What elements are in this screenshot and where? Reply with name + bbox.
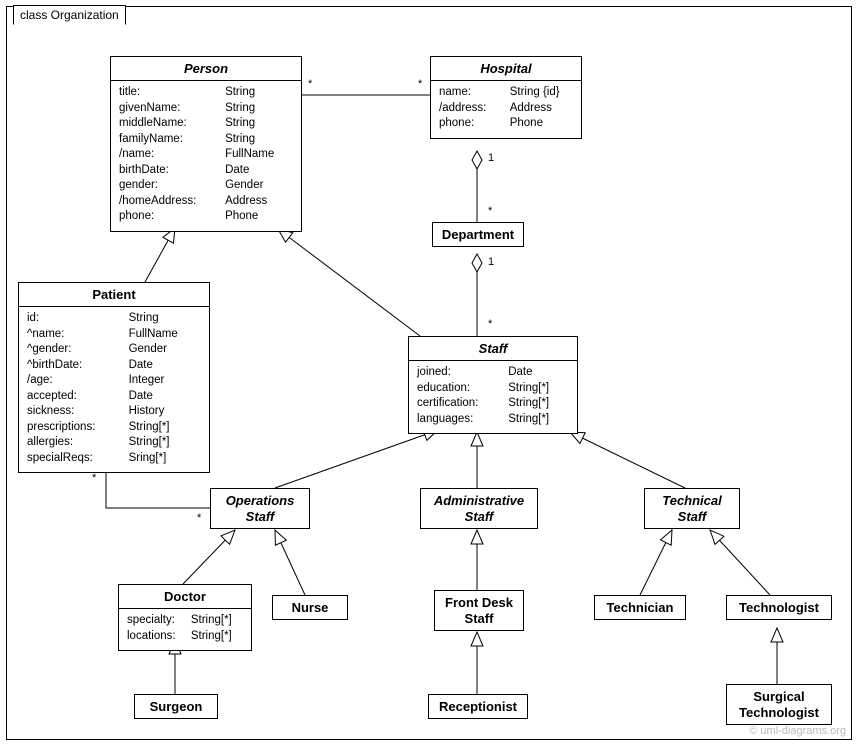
- class-receptionist-name: Receptionist: [429, 695, 527, 718]
- class-administrative-staff: AdministrativeStaff: [420, 488, 538, 529]
- class-nurse: Nurse: [272, 595, 348, 620]
- class-department: Department: [432, 222, 524, 247]
- mult-patient-ops-bottom: *: [197, 512, 201, 524]
- class-front-desk-staff: Front DeskStaff: [434, 590, 524, 631]
- mult-dept-staff-1: 1: [488, 256, 494, 268]
- diagram-frame-title: class Organization: [13, 5, 126, 25]
- watermark: © uml-diagrams.org: [749, 725, 846, 737]
- mult-dept-staff-star: *: [488, 318, 492, 330]
- class-front-desk-staff-name: Front DeskStaff: [435, 591, 523, 630]
- uml-class-diagram: class Organization: [0, 0, 860, 747]
- class-staff: Staff joined:Date education:String[*] ce…: [408, 336, 578, 434]
- class-patient: Patient id:String ^name:FullName ^gender…: [18, 282, 210, 473]
- class-department-name: Department: [433, 223, 523, 246]
- class-doctor-name: Doctor: [119, 585, 251, 608]
- class-technician: Technician: [594, 595, 686, 620]
- class-surgical-technologist-name: SurgicalTechnologist: [727, 685, 831, 724]
- class-operations-staff-name: OperationsStaff: [211, 489, 309, 528]
- class-operations-staff: OperationsStaff: [210, 488, 310, 529]
- class-technologist-name: Technologist: [727, 596, 831, 619]
- class-staff-attrs: joined:Date education:String[*] certific…: [409, 361, 577, 433]
- class-technical-staff: TechnicalStaff: [644, 488, 740, 529]
- class-surgical-technologist: SurgicalTechnologist: [726, 684, 832, 725]
- class-technical-staff-name: TechnicalStaff: [645, 489, 739, 528]
- mult-hospital-dept-1: 1: [488, 152, 494, 164]
- mult-patient-ops-top: *: [92, 472, 96, 484]
- class-hospital: Hospital name:String {id} /address:Addre…: [430, 56, 582, 139]
- class-surgeon: Surgeon: [134, 694, 218, 719]
- class-technologist: Technologist: [726, 595, 832, 620]
- class-hospital-name: Hospital: [431, 57, 581, 80]
- class-hospital-attrs: name:String {id} /address:Address phone:…: [431, 81, 581, 138]
- class-administrative-staff-name: AdministrativeStaff: [421, 489, 537, 528]
- class-patient-attrs: id:String ^name:FullName ^gender:Gender …: [19, 307, 209, 472]
- class-doctor-attrs: specialty:String[*] locations:String[*]: [119, 609, 251, 650]
- class-nurse-name: Nurse: [273, 596, 347, 619]
- mult-hospital-dept-star: *: [488, 205, 492, 217]
- mult-person-hospital-left: *: [308, 78, 312, 90]
- class-person-name: Person: [111, 57, 301, 80]
- class-patient-name: Patient: [19, 283, 209, 306]
- class-person: Person title:String givenName:String mid…: [110, 56, 302, 232]
- mult-person-hospital-right: *: [418, 78, 422, 90]
- class-doctor: Doctor specialty:String[*] locations:Str…: [118, 584, 252, 651]
- class-technician-name: Technician: [595, 596, 685, 619]
- class-surgeon-name: Surgeon: [135, 695, 217, 718]
- class-person-attrs: title:String givenName:String middleName…: [111, 81, 301, 231]
- class-receptionist: Receptionist: [428, 694, 528, 719]
- class-staff-name: Staff: [409, 337, 577, 360]
